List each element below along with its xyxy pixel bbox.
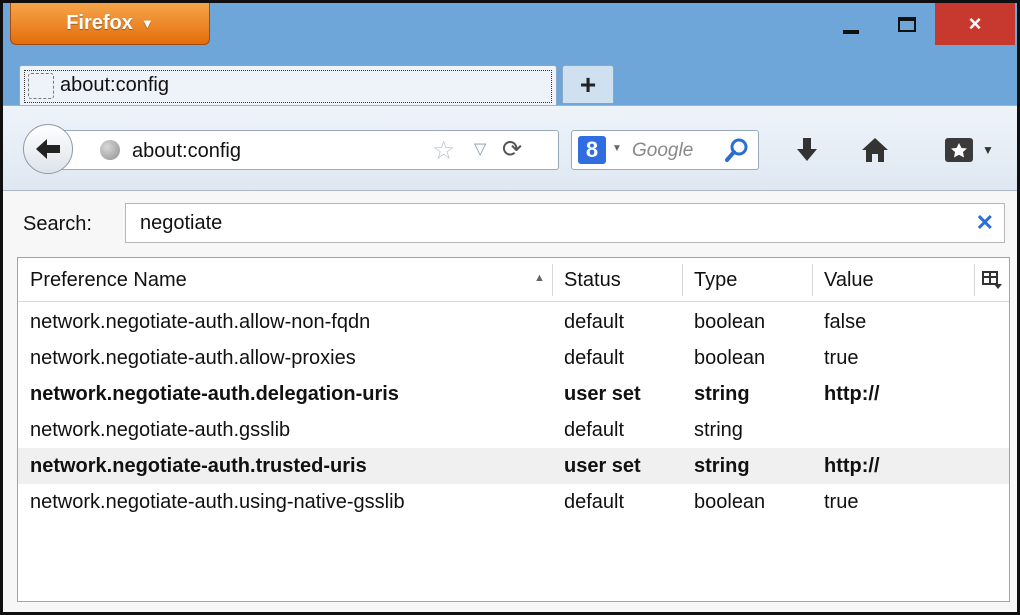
- pref-value: true: [824, 346, 859, 369]
- pref-value: http://: [824, 382, 880, 405]
- plus-icon: +: [579, 68, 597, 100]
- firefox-menu-label: Firefox: [66, 12, 133, 34]
- preferences-table: Preference Name ▲ Status Type Value netw…: [17, 257, 1010, 602]
- pref-name: network.negotiate-auth.gsslib: [30, 418, 291, 441]
- google-engine-icon[interactable]: 8: [578, 136, 606, 164]
- blank-page-icon: [28, 72, 54, 99]
- filter-row: Search: negotiate ✕: [3, 191, 1017, 257]
- maximize-icon: [898, 16, 916, 32]
- tab-title: about:config: [60, 74, 169, 96]
- column-header-name[interactable]: Preference Name: [18, 258, 551, 302]
- minimize-button[interactable]: [823, 3, 879, 45]
- column-header-status-label: Status: [564, 268, 621, 291]
- back-button[interactable]: [23, 124, 73, 174]
- globe-icon: [100, 140, 120, 160]
- search-bar[interactable]: 8 ▼ Google: [571, 130, 759, 170]
- pref-status: default: [564, 310, 625, 333]
- pref-status: default: [564, 418, 625, 441]
- firefox-menu-button[interactable]: Firefox ▼: [10, 3, 210, 45]
- home-icon: [862, 138, 888, 162]
- chevron-down-icon: ▼: [140, 16, 154, 31]
- download-icon: [797, 138, 817, 161]
- maximize-button[interactable]: [879, 3, 935, 45]
- search-label: Search:: [23, 213, 92, 235]
- column-header-name-label: Preference Name: [30, 268, 187, 291]
- bookmarks-icon: [945, 138, 974, 162]
- column-header-type[interactable]: Type: [682, 258, 812, 302]
- star-icon[interactable]: ☆: [432, 135, 455, 166]
- search-input-placeholder[interactable]: Google: [632, 140, 720, 162]
- reload-icon[interactable]: ⟳: [502, 135, 522, 164]
- pref-status: default: [564, 490, 625, 513]
- pref-status: user set: [564, 382, 641, 405]
- pref-name: network.negotiate-auth.trusted-uris: [30, 454, 367, 477]
- pref-name: network.negotiate-auth.delegation-uris: [30, 382, 399, 405]
- table-row[interactable]: network.negotiate-auth.trusted-uris user…: [18, 448, 1009, 484]
- about-config-page: Search: negotiate ✕ Preference Name ▲ St…: [3, 191, 1017, 612]
- table-row[interactable]: network.negotiate-auth.using-native-gssl…: [18, 484, 1009, 520]
- table-row[interactable]: network.negotiate-auth.delegation-uris u…: [18, 376, 1009, 412]
- search-icon[interactable]: [724, 137, 750, 163]
- table-header: Preference Name ▲ Status Type Value: [18, 258, 1009, 302]
- close-button[interactable]: ×: [935, 3, 1015, 45]
- pref-type: boolean: [694, 490, 766, 513]
- minimize-icon: [843, 30, 859, 34]
- browser-window: Firefox ▼ × about:config + about:config …: [0, 0, 1020, 615]
- downloads-button[interactable]: [787, 130, 827, 170]
- pref-type: boolean: [694, 346, 766, 369]
- navigation-toolbar: about:config ☆ ▽ ⟳ 8 ▼ Google ▼: [3, 105, 1017, 191]
- back-arrow-icon: [36, 139, 60, 159]
- tab-about-config[interactable]: about:config: [19, 65, 557, 105]
- pref-status: default: [564, 346, 625, 369]
- sort-ascending-icon: ▲: [534, 272, 545, 284]
- home-button[interactable]: [853, 130, 897, 170]
- column-header-value-label: Value: [824, 268, 874, 291]
- history-dropdown-icon[interactable]: ▽: [474, 139, 486, 159]
- new-tab-button[interactable]: +: [562, 65, 614, 103]
- search-input-value: negotiate: [140, 211, 223, 234]
- engine-dropdown-icon[interactable]: ▼: [612, 143, 622, 154]
- column-header-status[interactable]: Status: [552, 258, 682, 302]
- bookmarks-menu-button[interactable]: ▼: [933, 130, 1005, 170]
- pref-value: true: [824, 490, 859, 513]
- pref-name: network.negotiate-auth.using-native-gssl…: [30, 490, 405, 513]
- column-header-type-label: Type: [694, 268, 738, 291]
- pref-name: network.negotiate-auth.allow-non-fqdn: [30, 310, 371, 333]
- url-bar[interactable]: about:config ☆ ▽ ⟳: [55, 130, 559, 170]
- pref-name: network.negotiate-auth.allow-proxies: [30, 346, 356, 369]
- close-icon: ×: [968, 11, 982, 36]
- pref-type: string: [694, 454, 750, 477]
- chevron-down-icon: ▼: [982, 143, 994, 157]
- pref-value: http://: [824, 454, 880, 477]
- url-text: about:config: [132, 140, 241, 162]
- title-bar: Firefox ▼ ×: [3, 3, 1017, 53]
- pref-type: boolean: [694, 310, 766, 333]
- pref-type: string: [694, 418, 743, 441]
- table-row[interactable]: network.negotiate-auth.allow-proxies def…: [18, 340, 1009, 376]
- pref-status: user set: [564, 454, 641, 477]
- search-input[interactable]: negotiate ✕: [125, 203, 1005, 243]
- column-header-value[interactable]: Value: [812, 258, 972, 302]
- column-divider[interactable]: [974, 264, 975, 296]
- table-row[interactable]: network.negotiate-auth.allow-non-fqdn de…: [18, 304, 1009, 340]
- tab-strip: about:config +: [3, 55, 1017, 105]
- pref-type: string: [694, 382, 750, 405]
- clear-icon[interactable]: ✕: [976, 210, 994, 236]
- table-row[interactable]: network.negotiate-auth.gsslib default st…: [18, 412, 1009, 448]
- pref-value: false: [824, 310, 867, 333]
- column-picker-icon[interactable]: [980, 268, 1004, 292]
